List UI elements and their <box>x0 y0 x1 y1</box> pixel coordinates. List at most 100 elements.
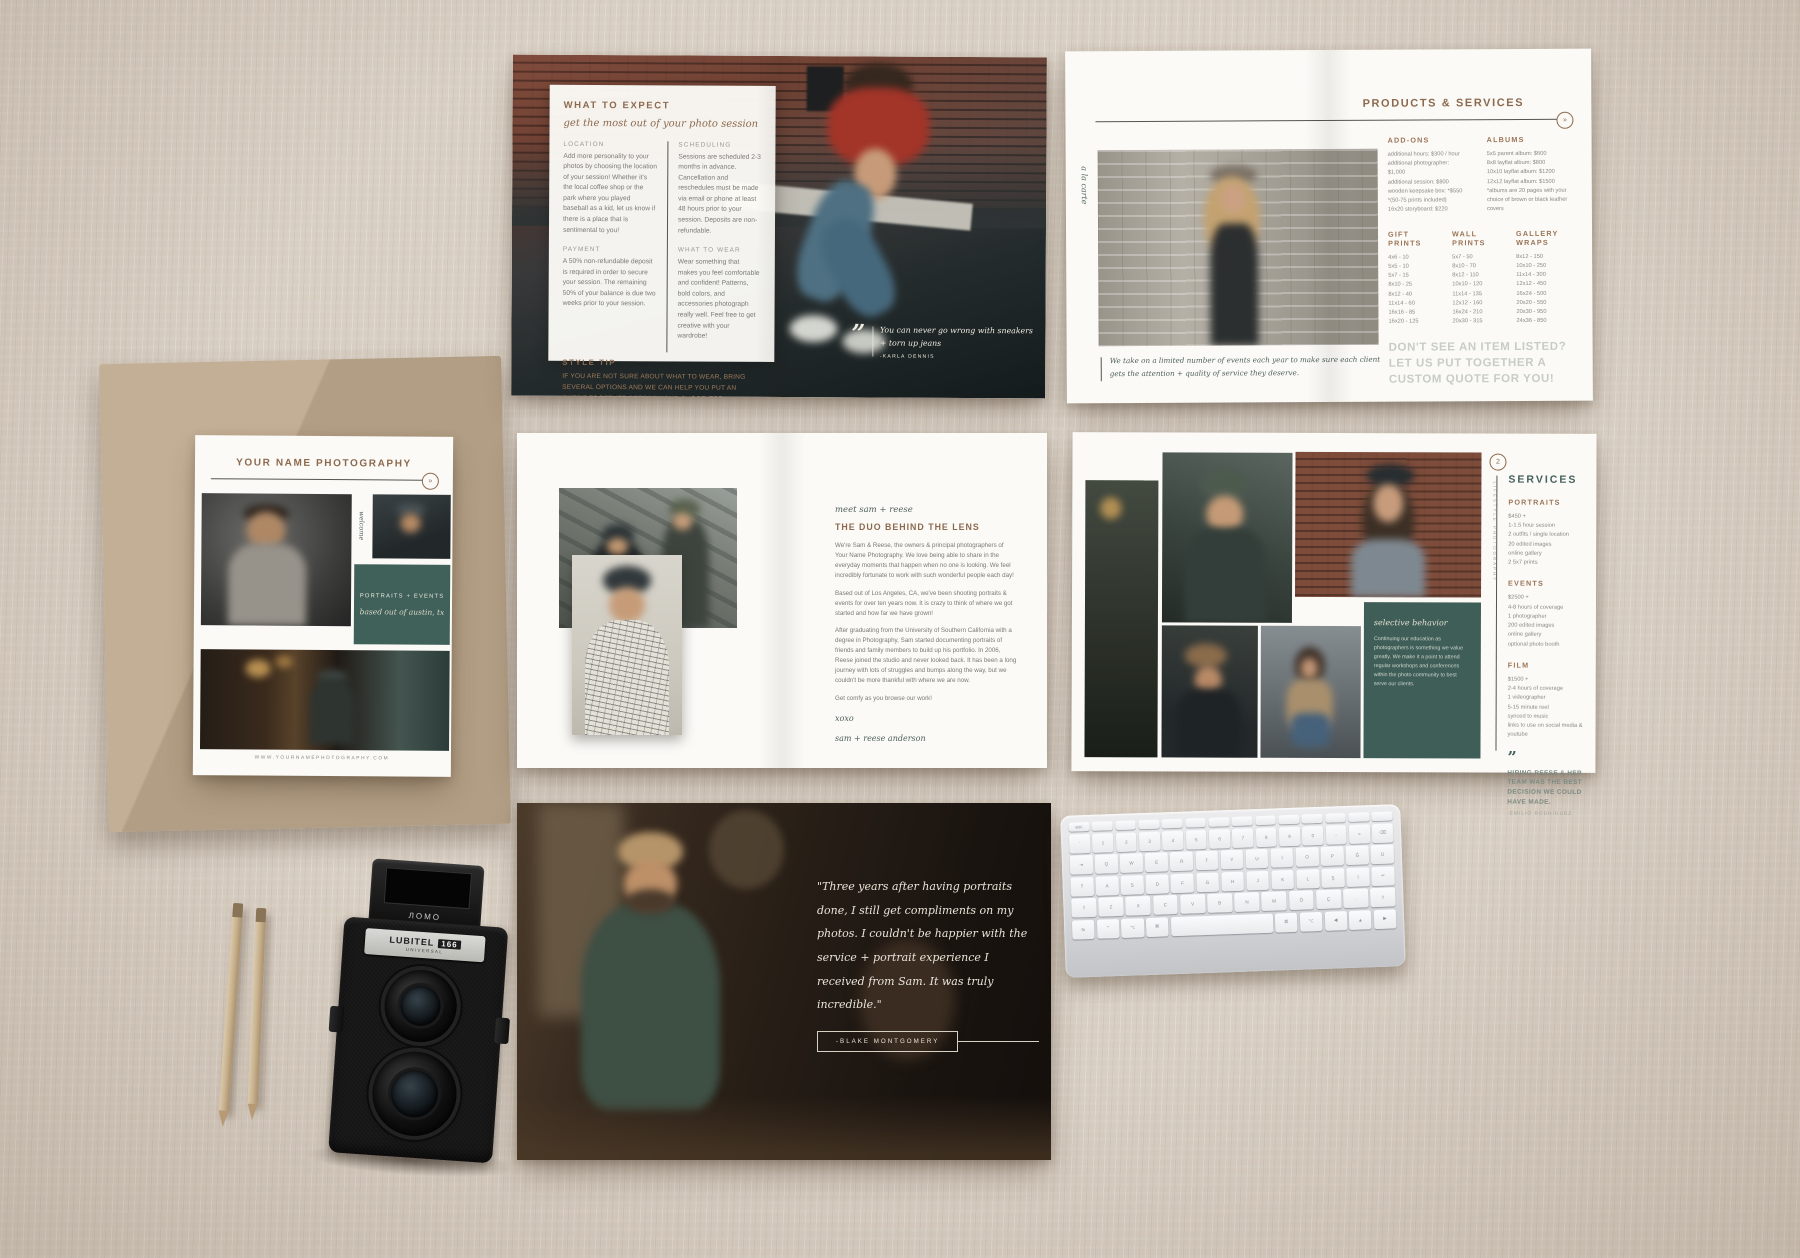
keyboard-key: ⌫ <box>1372 823 1393 843</box>
keyboard-key: 4 <box>1162 830 1183 850</box>
price-item: 16x16 - 85 <box>1388 308 1444 318</box>
collage-photo-interior <box>1084 480 1158 757</box>
price-item: 20x30 - 950 <box>1516 308 1572 318</box>
duo-photo-patterned-shirt <box>572 555 682 735</box>
keyboard-key: ▶ <box>1374 909 1397 929</box>
keyboard-key: Y <box>1220 850 1243 870</box>
price-item: 8x10 - 25 <box>1388 281 1444 291</box>
keyboard-key: Q <box>1095 854 1118 874</box>
section-body: A 50% non-refundable deposit is required… <box>563 257 657 310</box>
section-body: Sessions are scheduled 2-3 months in adv… <box>678 152 761 237</box>
products-title: PRODUCTS & SERVICES <box>1323 97 1563 110</box>
keyboard-key: L <box>1296 868 1319 888</box>
keyboard-key: ` <box>1069 833 1090 853</box>
keyboard-key: F <box>1171 873 1194 893</box>
keyboard-key: ⌥ <box>1121 918 1144 938</box>
panel-subtitle-script: get the most out of your photo session <box>564 117 762 132</box>
price-lists: ADD-ONS additional hours: $300 / houradd… <box>1388 135 1573 388</box>
price-item: 8x8 layflat album: $800 <box>1487 159 1572 169</box>
keyboard-key: S <box>1121 875 1144 895</box>
welcome-script-label: welcome <box>357 512 365 541</box>
spread-products-services: PRODUCTS & SERVICES » a la carte We take… <box>1065 49 1593 404</box>
section-heading: LOCATION <box>563 140 657 147</box>
keyboard-key: O <box>1296 847 1319 867</box>
price-item: covers <box>1487 205 1572 215</box>
cover-small-photo <box>372 494 450 559</box>
camera-viewfinder-lens <box>382 968 459 1045</box>
keyboard-key: ⇧ <box>1370 887 1395 907</box>
camera-model-name: LUBITEL <box>389 935 435 948</box>
keyboard-key: 9 <box>1279 826 1300 846</box>
keyboard-key: B <box>1207 893 1232 913</box>
keyboard-key: esc <box>1069 822 1090 832</box>
teal-overlay-script: selective behavior <box>1374 618 1471 627</box>
keyboard-key <box>1372 811 1393 821</box>
lubitel-camera: ЛОМО LUBITEL 166 UNIVERSAL <box>316 856 525 1174</box>
client-quote-attribution: -EMILIO RODRIGUEZ <box>1507 812 1583 817</box>
camera-body: LUBITEL 166 UNIVERSAL <box>328 917 508 1164</box>
keyboard-key: fn <box>1072 919 1095 939</box>
price-item: 24x36 - 850 <box>1516 317 1572 327</box>
keyboard-key: = <box>1349 824 1370 844</box>
keyboard-key: V <box>1180 894 1205 914</box>
package-item: synced to music <box>1508 712 1584 721</box>
collage-photo-backwards-cap-girl <box>1295 452 1482 598</box>
price-item: 8x12 - 40 <box>1388 290 1444 300</box>
keyboard-key: ⇧ <box>1071 898 1096 918</box>
quote-attribution: -KARLA DENNIS <box>880 354 1034 361</box>
keyboard-key <box>1325 813 1346 823</box>
keyboard-key: K <box>1271 869 1294 889</box>
price-item: additional session: $800 <box>1388 178 1477 188</box>
package-item: 2 outfits / single location <box>1508 531 1584 540</box>
price-item: *albums are 20 pages with your <box>1487 187 1572 197</box>
cover-main-portrait-photo <box>201 493 352 626</box>
camera-knob <box>494 1017 510 1044</box>
camera-main-lens <box>370 1049 460 1139</box>
keyboard-key: T <box>1195 851 1218 871</box>
header-rule <box>1095 119 1561 122</box>
package-item: 20 edited images <box>1508 540 1584 549</box>
keyboard-key: ⇪ <box>1070 876 1093 896</box>
price-item: additional photographer: <box>1388 159 1477 169</box>
price-group-heading: GALLERY WRAPS <box>1516 228 1572 246</box>
pencil <box>248 908 267 1104</box>
price-item: choice of brown or black leather <box>1487 196 1572 206</box>
custom-quote-cta: DON'T SEE AN ITEM LISTED? LET US PUT TOG… <box>1389 338 1569 387</box>
services-title: SERVICES <box>1508 474 1584 486</box>
price-item: 16x20 - 125 <box>1388 318 1444 328</box>
style-tip-body: IF YOU ARE NOT SURE ABOUT WHAT TO WEAR, … <box>562 372 760 399</box>
package-item: links to use on social media & youtube <box>1508 722 1584 741</box>
price-item: 10x10 - 120 <box>1452 280 1508 290</box>
photo-quote: ” You can never go wrong with sneakers +… <box>851 323 1033 360</box>
client-quote: HIRING REESE & HER TEAM WAS THE BEST DEC… <box>1507 768 1583 807</box>
price-item: 20x30 - 315 <box>1452 317 1508 327</box>
package-item: $450 + <box>1508 513 1584 522</box>
keyboard-key: 5 <box>1185 829 1206 849</box>
cover-teal-box: PORTRAITS + EVENTS based out of austin, … <box>354 564 451 645</box>
keyboard-key <box>1232 816 1253 826</box>
keyboard-keys: esc`1234567890-=⌫⇥QWERTYUIOPĞÜ⇪ASDFGHJKL… <box>1069 811 1397 939</box>
cover-website-url: WWW.YOURNAMEPHOTOGRAPHY.COM <box>193 755 451 762</box>
section-body: Add more personality to your photos by c… <box>563 151 657 236</box>
keyboard-key: Ğ <box>1346 845 1369 865</box>
price-group-wall-prints: WALL PRINTS 5x7 - 508x10 - 708x12 - 1101… <box>1452 229 1509 327</box>
keyboard-key: Z <box>1098 897 1123 917</box>
package-item: 2 5x7 prints <box>1508 559 1584 568</box>
white-brick-portrait-photo <box>1098 149 1379 346</box>
price-item: 5x5 - 10 <box>1388 262 1444 272</box>
what-to-expect-panel: WHAT TO EXPECT get the most out of your … <box>548 85 775 362</box>
duo-signature: sam + reese anderson <box>835 732 1017 746</box>
attribution-rule <box>958 1041 1039 1042</box>
keyboard-key: ↵ <box>1372 866 1395 886</box>
package-item: $1500 + <box>1508 675 1584 684</box>
package-heading: PORTRAITS <box>1508 498 1584 507</box>
price-item: 8x10 - 70 <box>1452 262 1508 272</box>
keyboard-key: R <box>1170 851 1193 871</box>
cover-bottom-photo <box>200 649 450 751</box>
price-item: 8x12 - 150 <box>1516 252 1572 262</box>
duo-paragraph: After graduating from the University of … <box>835 626 1017 686</box>
teal-box-script: based out of austin, tx <box>360 606 445 618</box>
duo-paragraph: We're Sam & Reese, the owners & principa… <box>835 541 1017 581</box>
keyboard-key: Ç <box>1316 889 1341 909</box>
spread-testimonial: "Three years after having portraits done… <box>517 803 1051 1160</box>
